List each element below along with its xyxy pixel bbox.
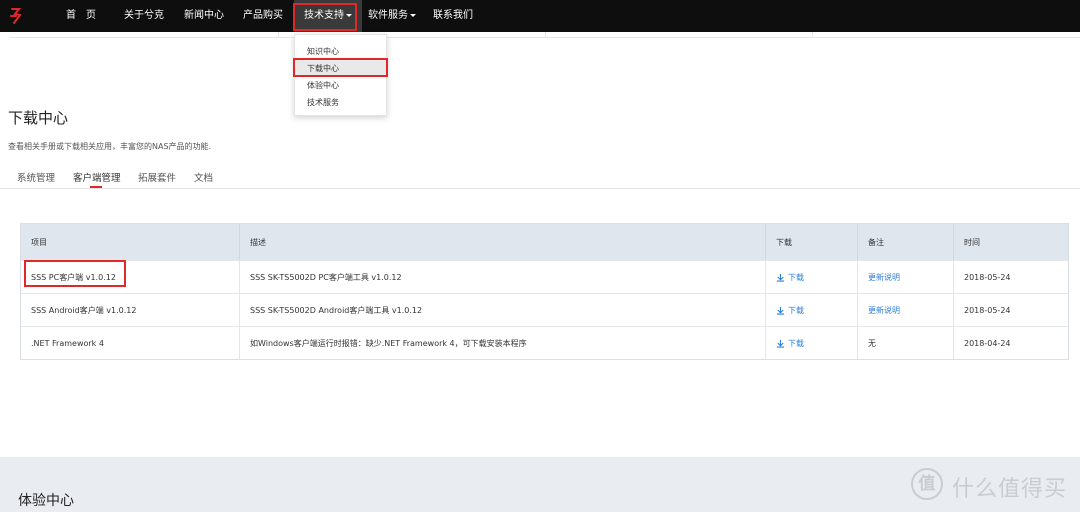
cell-time: 2018-05-24: [964, 272, 1011, 282]
category-tabs: 系统管理 客户端管理 拓展套件 文档: [0, 165, 1080, 189]
download-link[interactable]: 下载: [766, 294, 857, 326]
nav-item-purchase[interactable]: 产品购买: [243, 0, 283, 32]
cell-time: 2018-04-24: [964, 338, 1011, 348]
table-row: SSS PC客户端 v1.0.12 SSS SK-TS5002D PC客户端工具…: [21, 260, 1068, 293]
dropdown-item-experience[interactable]: 体验中心: [307, 80, 339, 91]
header-note: 备注: [868, 237, 884, 247]
nav-item-news[interactable]: 新闻中心: [184, 0, 224, 32]
experience-section-title: 体验中心: [18, 493, 74, 509]
page-title: 下载中心: [8, 109, 69, 127]
cell-desc: 如Windows客户端运行时报错：缺少.NET Framework 4，可下载安…: [250, 338, 527, 348]
watermark-logo-icon: 值: [911, 468, 943, 500]
nav-item-software[interactable]: 软件服务: [368, 0, 416, 32]
release-notes-link[interactable]: 更新说明: [858, 261, 954, 293]
dropdown-item-knowledge[interactable]: 知识中心: [307, 46, 339, 57]
highlight-box-tech-support: [293, 3, 357, 31]
highlight-box-pc-client: [24, 260, 126, 287]
download-icon: [776, 306, 785, 315]
header-divider: [10, 32, 1080, 38]
header-desc: 描述: [250, 237, 266, 247]
table-header: 项目 描述 下载 备注 时间: [21, 224, 1068, 260]
active-tab-indicator: [90, 186, 102, 188]
download-icon: [776, 339, 785, 348]
table-row: .NET Framework 4 如Windows客户端运行时报错：缺少.NET…: [21, 326, 1068, 359]
brand-logo-icon[interactable]: [9, 7, 23, 25]
highlight-box-download-center: [293, 58, 388, 77]
table-row: SSS Android客户端 v1.0.12 SSS SK-TS5002D An…: [21, 293, 1068, 326]
cell-desc: SSS SK-TS5002D PC客户端工具 v1.0.12: [250, 272, 402, 282]
nav-item-software-label: 软件服务: [368, 10, 408, 21]
download-link[interactable]: 下载: [766, 327, 857, 359]
download-label: 下载: [788, 272, 804, 282]
cell-time: 2018-05-24: [964, 305, 1011, 315]
cell-item: SSS Android客户端 v1.0.12: [31, 305, 137, 315]
release-notes-link[interactable]: 更新说明: [858, 294, 954, 326]
download-label: 下载: [788, 305, 804, 315]
header-download: 下载: [776, 237, 792, 247]
top-nav-bar: 首 页 关于兮克 新闻中心 产品购买 技术支持 软件服务 联系我们: [0, 0, 1080, 32]
download-label: 下载: [788, 338, 804, 348]
header-item: 项目: [31, 237, 47, 247]
tab-client[interactable]: 客户端管理: [73, 170, 121, 184]
nav-item-about[interactable]: 关于兮克: [124, 0, 164, 32]
cell-item: .NET Framework 4: [31, 338, 104, 348]
tab-docs[interactable]: 文档: [194, 170, 213, 184]
header-time: 时间: [964, 237, 980, 247]
cell-desc: SSS SK-TS5002D Android客户端工具 v1.0.12: [250, 305, 423, 315]
download-link[interactable]: 下载: [766, 261, 857, 293]
download-icon: [776, 273, 785, 282]
tab-system[interactable]: 系统管理: [17, 170, 55, 184]
caret-down-icon: [410, 13, 416, 17]
dropdown-item-tech-service[interactable]: 技术服务: [307, 97, 339, 108]
download-table: 项目 描述 下载 备注 时间 SSS PC客户端 v1.0.12 SSS SK-…: [20, 223, 1069, 360]
nav-item-contact[interactable]: 联系我们: [433, 0, 473, 32]
page-description: 查看相关手册或下载相关应用，丰富您的NAS产品的功能.: [8, 142, 212, 151]
tab-extensions[interactable]: 拓展套件: [138, 170, 176, 184]
cell-note: 无: [868, 338, 876, 348]
watermark-text: 什么值得买: [952, 477, 1068, 502]
nav-item-home[interactable]: 首 页: [66, 0, 96, 32]
